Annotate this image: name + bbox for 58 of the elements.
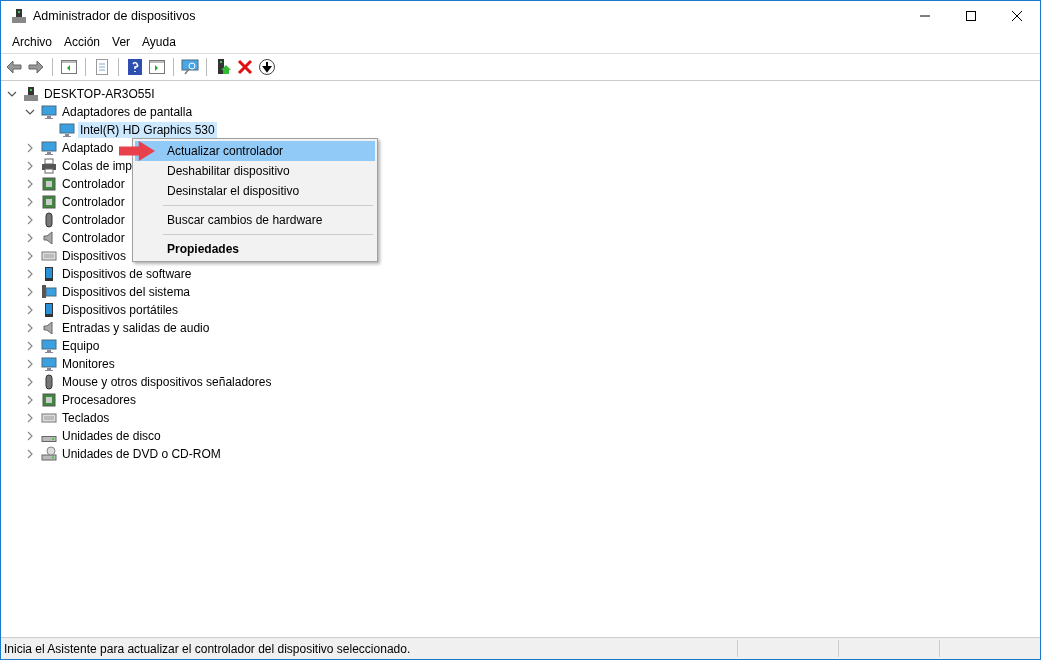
pointer-arrow-icon [119, 141, 155, 161]
menu-item[interactable]: Desinstalar el dispositivo [135, 181, 375, 201]
tree-item[interactable]: Controlador [60, 230, 127, 246]
monitor-icon [41, 104, 57, 120]
menu-item[interactable]: Ver [106, 33, 137, 51]
panel-icon[interactable] [60, 58, 78, 76]
menu-item[interactable]: Deshabilitar dispositivo [135, 161, 375, 181]
monitor-icon [41, 140, 57, 156]
tree-item[interactable]: Mouse y otros dispositivos señaladores [60, 374, 274, 390]
computer-icon [23, 86, 39, 102]
computer-icon [41, 284, 57, 300]
tree-item[interactable]: Intel(R) HD Graphics 530 [78, 122, 217, 138]
tree-item[interactable]: Dispositivos del sistema [60, 284, 193, 300]
window-title: Administrador de dispositivos [33, 9, 197, 23]
tree-item[interactable]: Controlador [60, 212, 127, 228]
tree-item[interactable]: Unidades de DVD o CD-ROM [60, 446, 223, 462]
tree-item[interactable]: Adaptado [60, 140, 116, 156]
printer-icon [41, 158, 57, 174]
monitor-icon [59, 122, 75, 138]
menu-item[interactable]: Actualizar controlador [135, 141, 375, 161]
monitor-icon [41, 338, 57, 354]
tree-item[interactable]: Procesadores [60, 392, 139, 408]
tree-item[interactable]: Monitores [60, 356, 117, 372]
forward-arrow-icon[interactable] [27, 58, 45, 76]
drive-icon [41, 436, 57, 442]
menu-item[interactable]: Propiedades [135, 239, 375, 259]
help-icon[interactable] [126, 58, 144, 76]
monitor-icon [41, 356, 57, 372]
tree-item[interactable]: Adaptadores de pantalla [60, 104, 195, 120]
tree-item[interactable]: Entradas y salidas de audio [60, 320, 212, 336]
chip-icon [41, 176, 57, 192]
tree-item[interactable]: Equipo [60, 338, 102, 354]
delete-icon[interactable] [236, 58, 254, 76]
tree-item[interactable]: Colas de imp [60, 158, 135, 174]
panel-icon[interactable] [148, 58, 166, 76]
back-arrow-icon[interactable] [5, 58, 23, 76]
computer-icon [11, 8, 27, 24]
menu-item[interactable]: Archivo [6, 33, 58, 51]
properties-icon[interactable] [93, 58, 111, 76]
tree-item[interactable]: Teclados [60, 410, 112, 426]
monitor-search-icon[interactable] [181, 58, 199, 76]
chip-icon [41, 392, 57, 408]
tree-item[interactable]: Dispositivos portátiles [60, 302, 181, 318]
menu-item[interactable]: Buscar cambios de hardware [135, 210, 375, 230]
status-text: Inicia el Asistente para actualizar el controlador del dispositivo seleccionado. [3, 641, 412, 656]
menu-item[interactable]: Acción [58, 33, 107, 51]
tree-item[interactable]: Controlador [60, 176, 127, 192]
keyboard-icon [41, 410, 57, 426]
tree-item[interactable]: Dispositivos [60, 248, 129, 264]
chip-icon [41, 194, 57, 210]
tree-item[interactable]: Unidades de disco [60, 428, 163, 444]
tree-item[interactable]: Dispositivos de software [60, 266, 194, 282]
keyboard-icon [41, 248, 57, 264]
disc-drive-icon [41, 446, 57, 462]
tree-item[interactable]: Controlador [60, 194, 127, 210]
menu-item[interactable]: Ayuda [136, 33, 182, 51]
download-icon[interactable] [258, 58, 276, 76]
tree-item[interactable]: DESKTOP-AR3O55I [42, 86, 157, 102]
